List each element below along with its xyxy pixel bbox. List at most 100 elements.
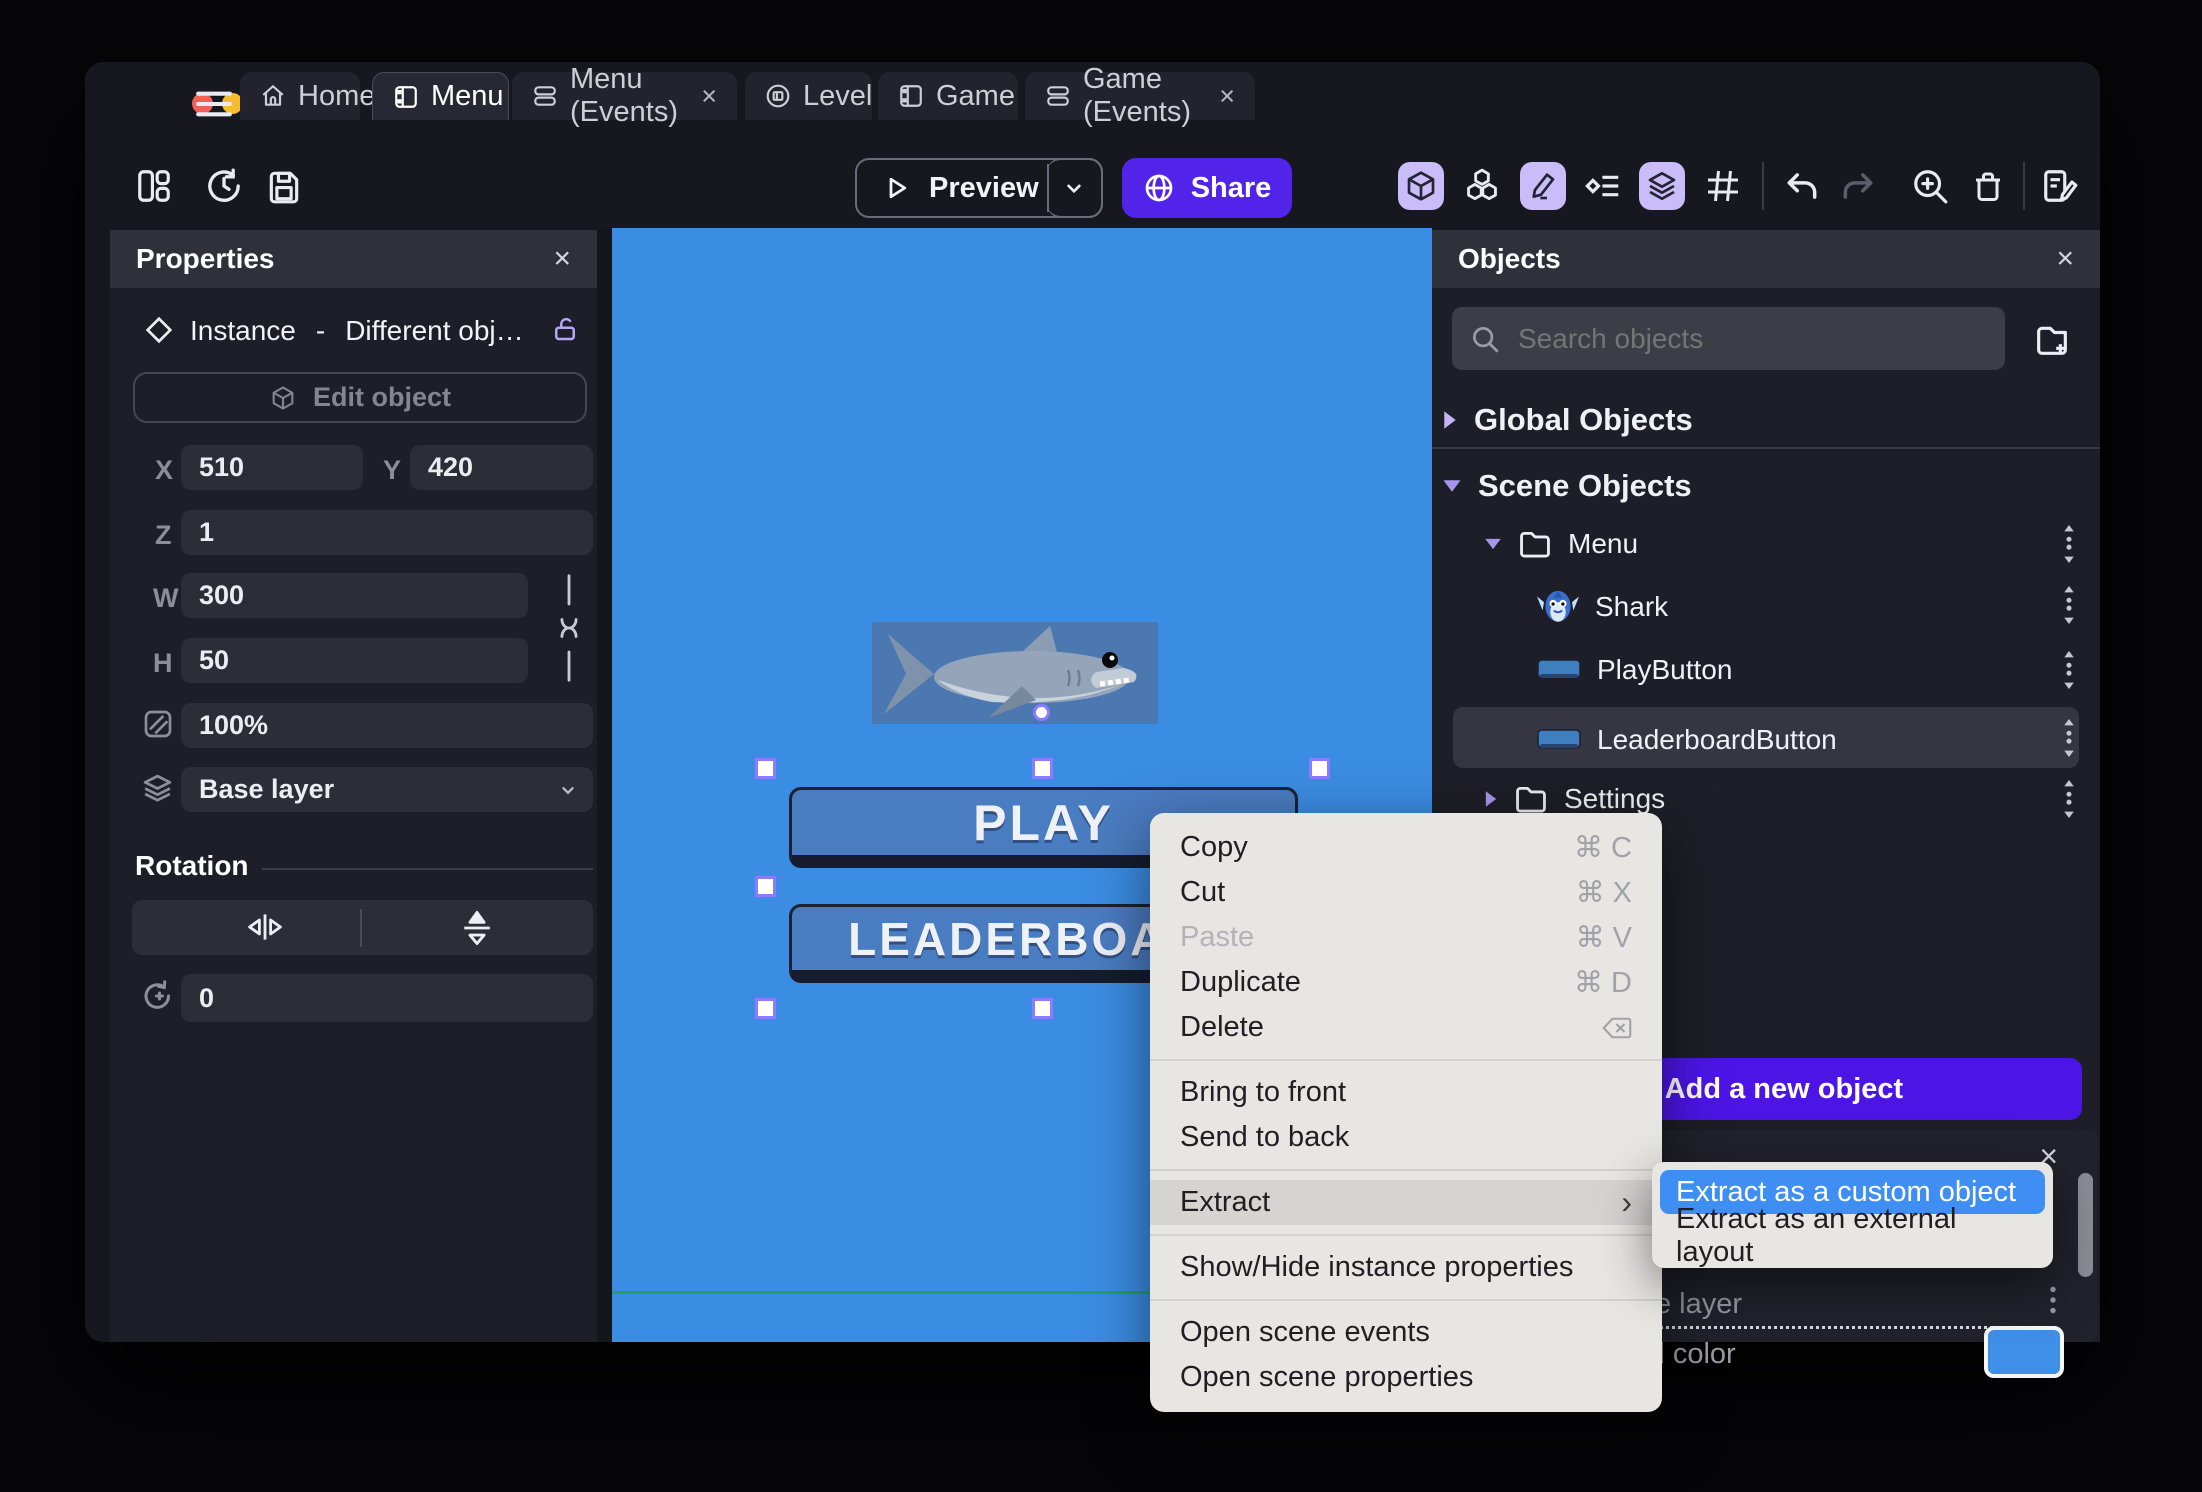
layer-dotted-divider: [1605, 1326, 2005, 1329]
selection-handle-top-left[interactable]: [755, 758, 776, 779]
selection-handle-top-right[interactable]: [1309, 758, 1330, 779]
search-box[interactable]: [1452, 307, 2005, 370]
layer-select-value: Base layer: [199, 774, 335, 804]
tab-close-icon[interactable]: ×: [701, 81, 717, 112]
scrollbar-thumb[interactable]: [2078, 1173, 2093, 1277]
scene-objects-label: Scene Objects: [1478, 468, 1692, 503]
menu-item-cut[interactable]: Cut ⌘ X: [1150, 870, 1662, 915]
instance-kind-label: Instance: [190, 315, 296, 346]
add-folder-icon[interactable]: [2032, 320, 2072, 360]
preview-label: Preview: [929, 171, 1039, 204]
selection-handle-bottom-middle[interactable]: [1032, 998, 1053, 1019]
tab-level[interactable]: Level ×: [745, 72, 902, 120]
selection-handle-middle-left[interactable]: [755, 876, 776, 897]
global-objects-row[interactable]: Global Objects: [1442, 402, 1693, 438]
layer-row-menu-icon[interactable]: [2048, 1285, 2058, 1315]
folder-row-settings[interactable]: Settings: [1484, 783, 1665, 815]
selection-handle-bottom-left[interactable]: [755, 998, 776, 1019]
history-icon[interactable]: [201, 162, 247, 210]
background-color-swatch[interactable]: [1984, 1326, 2064, 1378]
menu-item-delete[interactable]: Delete: [1150, 1005, 1662, 1050]
row-drag-handle-icon[interactable]: [2062, 780, 2076, 818]
edit-object-label: Edit object: [312, 382, 451, 412]
row-drag-handle-icon[interactable]: [2062, 586, 2076, 624]
undo-icon[interactable]: [1779, 162, 1825, 210]
link-dimensions-icon[interactable]: [552, 573, 586, 683]
flip-horizontal-button[interactable]: [244, 911, 286, 943]
instance-separator: -: [315, 315, 326, 346]
zoom-in-icon[interactable]: [1907, 162, 1953, 210]
edit-pencil-toggle-icon[interactable]: [1520, 162, 1566, 210]
h-input[interactable]: [181, 638, 528, 683]
opacity-input[interactable]: [181, 703, 593, 748]
tab-menu[interactable]: Menu ×: [372, 72, 533, 120]
menu-separator: [1150, 1299, 1662, 1301]
z-input[interactable]: [181, 510, 593, 555]
row-drag-handle-icon[interactable]: [2062, 525, 2076, 563]
w-input[interactable]: [181, 573, 528, 618]
object-row-playbutton[interactable]: PlayButton: [1537, 654, 1732, 686]
menu-item-open-scene-properties[interactable]: Open scene properties: [1150, 1355, 1662, 1400]
submenu-item-extract-external-layout[interactable]: Extract as an external layout: [1660, 1203, 2045, 1268]
folder-label: Settings: [1564, 783, 1666, 814]
instances-list-icon[interactable]: [1581, 162, 1627, 210]
properties-close-icon[interactable]: ×: [553, 242, 571, 276]
menu-item-show-hide-instance-properties[interactable]: Show/Hide instance properties: [1150, 1245, 1662, 1290]
layers-toggle-icon[interactable]: [1639, 162, 1685, 210]
scene-objects-row[interactable]: Scene Objects: [1442, 468, 1692, 504]
object-label: LeaderboardButton: [1597, 724, 1837, 755]
menu-item-send-to-back[interactable]: Send to back: [1150, 1115, 1662, 1160]
tab-label: Game: [936, 79, 1015, 112]
flip-buttons-divider: [360, 909, 362, 947]
layer-select[interactable]: Base layer: [181, 767, 593, 812]
menu-item-extract[interactable]: Extract ›: [1150, 1180, 1662, 1225]
edit-object-button[interactable]: Edit object: [133, 372, 587, 423]
tab-menu-events[interactable]: Menu (Events) ×: [512, 63, 737, 128]
object-row-leaderboardbutton[interactable]: LeaderboardButton: [1453, 707, 2079, 768]
rotation-handle[interactable]: [1033, 704, 1050, 721]
tab-label: Home: [298, 79, 376, 112]
redo-icon[interactable]: [1835, 162, 1881, 210]
toolbar-divider: [1762, 162, 1764, 210]
shark-sprite[interactable]: [872, 622, 1158, 724]
objects-close-icon[interactable]: ×: [2056, 242, 2074, 276]
shortcut: ⌘ X: [1575, 877, 1632, 909]
row-drag-handle-icon[interactable]: [2062, 719, 2076, 757]
tab-close-icon[interactable]: ×: [1219, 81, 1235, 112]
y-input[interactable]: [410, 445, 593, 490]
shark-object-thumbnail: [1537, 588, 1579, 626]
menu-item-duplicate[interactable]: Duplicate ⌘ D: [1150, 960, 1662, 1005]
tab-game-events[interactable]: Game (Events) ×: [1025, 63, 1255, 128]
menu-separator: [1150, 1059, 1662, 1061]
x-input[interactable]: [181, 445, 363, 490]
search-input[interactable]: [1516, 321, 1987, 356]
tab-label: Menu (Events): [570, 63, 678, 128]
caret-down-icon: [1484, 537, 1502, 551]
unlock-icon[interactable]: [550, 314, 580, 344]
object-row-shark[interactable]: Shark: [1537, 588, 1668, 626]
menu-item-bring-to-front[interactable]: Bring to front: [1150, 1070, 1662, 1115]
grid-icon[interactable]: [1700, 162, 1746, 210]
flip-vertical-button[interactable]: [460, 908, 494, 948]
menu-item-copy[interactable]: Copy ⌘ C: [1150, 825, 1662, 870]
tab-label: Menu: [431, 80, 504, 112]
rename-edit-icon[interactable]: [2037, 162, 2083, 210]
trash-icon[interactable]: [1965, 162, 2011, 210]
project-manager-icon[interactable]: [131, 162, 177, 210]
play-icon: [881, 173, 911, 203]
y-label: Y: [383, 455, 402, 485]
folder-row-menu[interactable]: Menu: [1484, 528, 1638, 560]
share-button[interactable]: Share: [1122, 158, 1292, 218]
preview-dropdown-button[interactable]: [1047, 158, 1103, 218]
rotation-input[interactable]: [181, 974, 593, 1022]
tab-game[interactable]: Game ×: [878, 72, 1045, 120]
scene-icon: [898, 83, 924, 109]
selection-handle-top-middle[interactable]: [1032, 758, 1053, 779]
menu-item-open-scene-events[interactable]: Open scene events: [1150, 1310, 1662, 1355]
tab-home[interactable]: Home: [240, 72, 375, 120]
hamburger-menu-icon[interactable]: [195, 89, 233, 119]
3d-box-toggle-icon[interactable]: [1398, 162, 1444, 210]
save-icon[interactable]: [261, 162, 307, 210]
objects-cubes-icon[interactable]: [1459, 162, 1505, 210]
row-drag-handle-icon[interactable]: [2062, 651, 2076, 689]
